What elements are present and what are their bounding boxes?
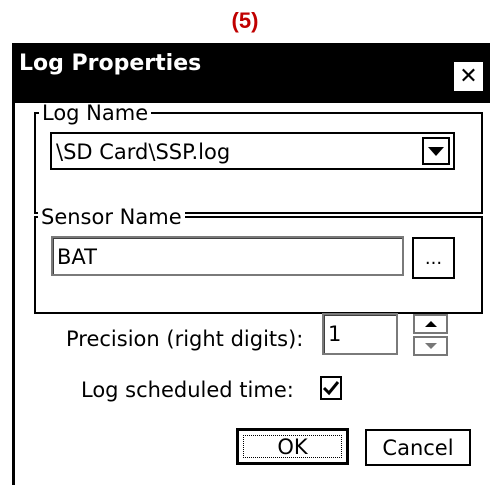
ok-button[interactable]: OK [236, 428, 349, 465]
cancel-button-label: Cancel [382, 435, 454, 460]
log-scheduled-time-label: Log scheduled time: [81, 378, 294, 402]
spin-down-button[interactable] [413, 336, 448, 356]
close-icon: ✕ [459, 63, 478, 89]
precision-input[interactable]: 1 [322, 313, 398, 355]
precision-value: 1 [328, 322, 342, 346]
arrow-up-icon [424, 321, 437, 327]
browse-sensor-button[interactable]: ... [412, 237, 455, 279]
dialog-title: Log Properties [19, 51, 202, 76]
log-properties-dialog: Log Properties ✕ Log Name \SD Card\SSP.l… [12, 43, 490, 485]
spin-up-button[interactable] [413, 314, 448, 334]
step-label: (5) [231, 8, 259, 33]
log-name-dropdown[interactable]: \SD Card\SSP.log [50, 132, 455, 170]
log-scheduled-time-checkbox[interactable] [320, 376, 342, 400]
chevron-down-icon [428, 146, 444, 156]
precision-spinner [413, 314, 448, 356]
sensor-name-legend: Sensor Name [38, 207, 185, 228]
precision-label: Precision (right digits): [66, 327, 304, 351]
arrow-down-icon [424, 343, 437, 349]
close-button[interactable]: ✕ [452, 60, 485, 93]
log-name-value: \SD Card\SSP.log [56, 140, 231, 164]
dropdown-arrow-button[interactable] [422, 137, 450, 165]
checkmark-icon [322, 381, 340, 396]
sensor-name-value: BAT [57, 245, 97, 269]
sensor-name-input[interactable]: BAT [51, 236, 404, 276]
cancel-button[interactable]: Cancel [365, 429, 471, 466]
ellipsis-icon: ... [424, 248, 443, 269]
log-name-legend: Log Name [39, 103, 152, 124]
title-bar[interactable]: Log Properties ✕ [15, 43, 490, 103]
